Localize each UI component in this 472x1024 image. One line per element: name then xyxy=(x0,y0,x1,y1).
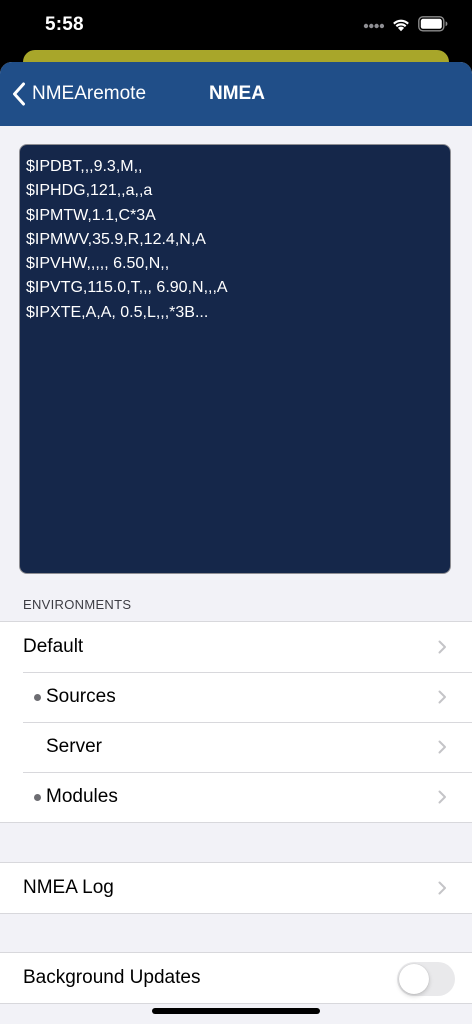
back-button-label: NMEAremote xyxy=(32,83,147,104)
chevron-right-icon xyxy=(438,881,446,895)
nmea-sentence: $IPXTE,A,A, 0.5,L,,,*3B... xyxy=(26,303,209,321)
screen: 5:58 NMEAremote NMEA $IPDBT,,,9.3,M,, $I… xyxy=(0,0,472,1024)
chevron-right-icon xyxy=(438,790,446,804)
navigation-bar: NMEAremote NMEA xyxy=(0,62,472,126)
modal-sheet: NMEAremote NMEA $IPDBT,,,9.3,M,, $IPHDG,… xyxy=(0,62,472,1024)
row-label: Server xyxy=(46,736,102,757)
nmea-sentence: $IPVTG,115.0,T,,, 6.90,N,,,A xyxy=(26,279,228,297)
cellular-signal-icon xyxy=(363,23,385,29)
chevron-left-icon xyxy=(13,82,25,106)
nmea-log-row[interactable]: NMEA Log xyxy=(0,863,472,913)
environment-row-sources[interactable]: Sources xyxy=(0,672,472,722)
log-list: NMEA Log xyxy=(0,862,472,914)
back-button[interactable]: NMEAremote xyxy=(12,80,146,108)
nmea-output-view[interactable]: $IPDBT,,,9.3,M,, $IPHDG,121,,a,,a $IPMTW… xyxy=(19,144,451,574)
row-label: NMEA Log xyxy=(23,877,114,898)
background-updates-row: Background Updates xyxy=(0,953,472,1003)
background-updates-toggle[interactable] xyxy=(397,962,455,996)
nmea-sentence: $IPHDG,121,,a,,a xyxy=(26,182,153,200)
page-title: NMEA xyxy=(209,83,265,104)
status-bar: 5:58 xyxy=(0,0,472,50)
nmea-sentence: $IPMTW,1.1,C*3A xyxy=(26,206,156,224)
status-dot xyxy=(34,694,41,701)
nmea-sentence: $IPVHW,,,,, 6.50,N,, xyxy=(26,255,170,273)
environments-list: Default Sources Server Modules xyxy=(0,621,472,823)
status-dot xyxy=(34,794,41,801)
toggle-knob xyxy=(399,964,429,994)
row-label: Default xyxy=(23,636,84,657)
chevron-right-icon xyxy=(438,740,446,754)
chevron-right-icon xyxy=(438,640,446,654)
row-label: Sources xyxy=(46,686,116,707)
row-label: Modules xyxy=(46,786,118,807)
row-label: Background Updates xyxy=(23,967,201,988)
environment-row-modules[interactable]: Modules xyxy=(0,772,472,822)
environment-row-default[interactable]: Default xyxy=(0,622,472,672)
status-time: 5:58 xyxy=(45,14,84,35)
environments-section-header: ENVIRONMENTS xyxy=(23,597,132,612)
battery-icon xyxy=(418,16,448,32)
nmea-sentence: $IPMWV,35.9,R,12.4,N,A xyxy=(26,230,206,248)
home-indicator[interactable] xyxy=(152,1008,320,1014)
environment-row-server[interactable]: Server xyxy=(0,722,472,772)
settings-list: Background Updates xyxy=(0,952,472,1004)
chevron-right-icon xyxy=(438,690,446,704)
nmea-sentence: $IPDBT,,,9.3,M,, xyxy=(26,158,143,175)
wifi-icon xyxy=(393,19,409,32)
